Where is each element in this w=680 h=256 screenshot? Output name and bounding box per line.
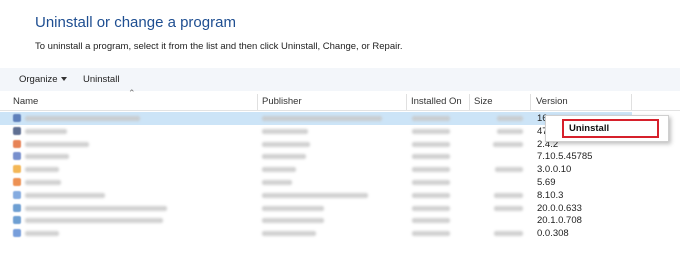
organize-button[interactable]: Organize bbox=[19, 74, 58, 85]
size-blurred bbox=[494, 205, 523, 211]
installed-on-blurred bbox=[412, 231, 450, 237]
program-row[interactable]: 20.0.0.633 bbox=[0, 202, 632, 215]
program-icon bbox=[13, 152, 21, 161]
toolbar: Organize Uninstall bbox=[0, 68, 680, 91]
size-blurred bbox=[497, 128, 523, 134]
program-name-blurred bbox=[25, 218, 163, 224]
installed-on-blurred bbox=[412, 167, 450, 173]
program-row[interactable]: 0.0.308 bbox=[0, 227, 632, 240]
column-header-name[interactable]: Name bbox=[13, 93, 257, 111]
page-description: To uninstall a program, select it from t… bbox=[35, 41, 403, 52]
column-divider[interactable] bbox=[631, 94, 632, 110]
program-icon bbox=[13, 126, 21, 135]
program-icon bbox=[13, 190, 21, 199]
version-cell: 0.0.308 bbox=[537, 228, 569, 240]
installed-on-blurred bbox=[412, 218, 450, 224]
program-row[interactable]: 5.69 bbox=[0, 176, 632, 189]
column-divider[interactable] bbox=[406, 94, 407, 110]
installed-on-blurred bbox=[412, 141, 450, 147]
column-divider[interactable] bbox=[257, 94, 258, 110]
installed-on-blurred bbox=[412, 179, 450, 185]
publisher-blurred bbox=[262, 218, 324, 224]
publisher-blurred bbox=[262, 116, 382, 121]
installed-on-blurred bbox=[412, 192, 450, 198]
program-row[interactable]: 20.1.0.708 bbox=[0, 214, 632, 227]
version-cell: 8.10.3 bbox=[537, 189, 564, 201]
program-name-blurred bbox=[25, 205, 167, 211]
version-cell: 7.10.5.45785 bbox=[537, 151, 593, 163]
column-header-size[interactable]: Size bbox=[474, 93, 530, 111]
program-row[interactable]: 16 bbox=[0, 112, 632, 125]
program-name-blurred bbox=[25, 154, 69, 160]
publisher-blurred bbox=[262, 192, 368, 198]
column-header-version[interactable]: Version bbox=[536, 93, 630, 111]
column-header-publisher[interactable]: Publisher bbox=[262, 93, 406, 111]
program-name-blurred bbox=[25, 128, 67, 134]
program-row[interactable]: 3.0.0.10 bbox=[0, 163, 632, 176]
installed-on-blurred bbox=[412, 128, 450, 134]
program-icon bbox=[13, 203, 21, 212]
publisher-blurred bbox=[262, 167, 296, 173]
installed-on-blurred bbox=[412, 116, 450, 121]
program-name-blurred bbox=[25, 167, 59, 173]
context-menu: Uninstall bbox=[545, 115, 669, 142]
program-icon bbox=[13, 114, 21, 122]
program-icon bbox=[13, 165, 21, 174]
version-cell: 20.0.0.633 bbox=[537, 202, 582, 214]
program-icon bbox=[13, 216, 21, 225]
page-title: Uninstall or change a program bbox=[35, 14, 236, 31]
column-header-installed-on[interactable]: Installed On bbox=[411, 93, 469, 111]
version-cell: 20.1.0.708 bbox=[537, 215, 582, 227]
program-name-blurred bbox=[25, 231, 59, 237]
chevron-down-icon[interactable] bbox=[61, 77, 67, 81]
program-icon bbox=[13, 229, 21, 238]
program-row[interactable]: 47 bbox=[0, 125, 632, 138]
size-blurred bbox=[493, 141, 523, 147]
installed-on-blurred bbox=[412, 154, 450, 160]
publisher-blurred bbox=[262, 128, 308, 134]
size-blurred bbox=[494, 192, 523, 198]
version-cell: 5.69 bbox=[537, 176, 556, 188]
size-blurred bbox=[497, 116, 523, 121]
program-icon bbox=[13, 139, 21, 148]
program-row[interactable]: 2.4.2 bbox=[0, 138, 632, 151]
installed-on-blurred bbox=[412, 205, 450, 211]
column-divider[interactable] bbox=[530, 94, 531, 110]
program-row[interactable]: 7.10.5.45785 bbox=[0, 150, 632, 163]
publisher-blurred bbox=[262, 231, 316, 237]
column-headers: ⌃ Name Publisher Installed On Size Versi… bbox=[0, 88, 680, 111]
publisher-blurred bbox=[262, 179, 292, 185]
program-icon bbox=[13, 177, 21, 186]
size-blurred bbox=[494, 231, 523, 237]
publisher-blurred bbox=[262, 154, 306, 160]
program-name-blurred bbox=[25, 116, 140, 121]
publisher-blurred bbox=[262, 141, 310, 147]
program-name-blurred bbox=[25, 141, 89, 147]
publisher-blurred bbox=[262, 205, 324, 211]
context-menu-uninstall[interactable]: Uninstall bbox=[569, 123, 609, 134]
program-row[interactable]: 8.10.3 bbox=[0, 189, 632, 202]
version-cell: 3.0.0.10 bbox=[537, 164, 572, 176]
program-name-blurred bbox=[25, 192, 105, 198]
uninstall-toolbar-button[interactable]: Uninstall bbox=[83, 74, 119, 85]
program-name-blurred bbox=[25, 179, 61, 185]
size-blurred bbox=[495, 167, 523, 173]
column-divider[interactable] bbox=[469, 94, 470, 110]
